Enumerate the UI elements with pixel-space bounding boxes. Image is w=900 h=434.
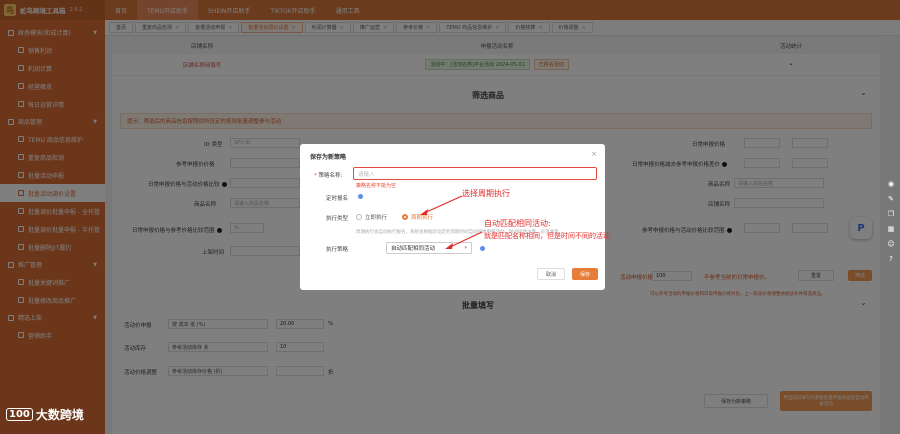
arrow-head-strategy	[445, 243, 453, 249]
watermark-logo: 100	[6, 408, 33, 421]
annotation-periodic: 选择周期执行	[462, 189, 510, 198]
watermark-text: 大数跨境	[35, 408, 84, 422]
annotation-arrows	[420, 195, 483, 249]
arrow-head-periodic	[420, 209, 428, 215]
arrow-line-periodic	[421, 195, 463, 215]
watermark: 100 大数跨境	[6, 406, 84, 423]
arrow-line-strategy	[447, 231, 483, 249]
annotation-strategy-1: 自动匹配相同活动:	[484, 219, 551, 228]
annotation-strategy-2: 就是匹配名称相同，但是时间不同的活动	[484, 232, 610, 240]
